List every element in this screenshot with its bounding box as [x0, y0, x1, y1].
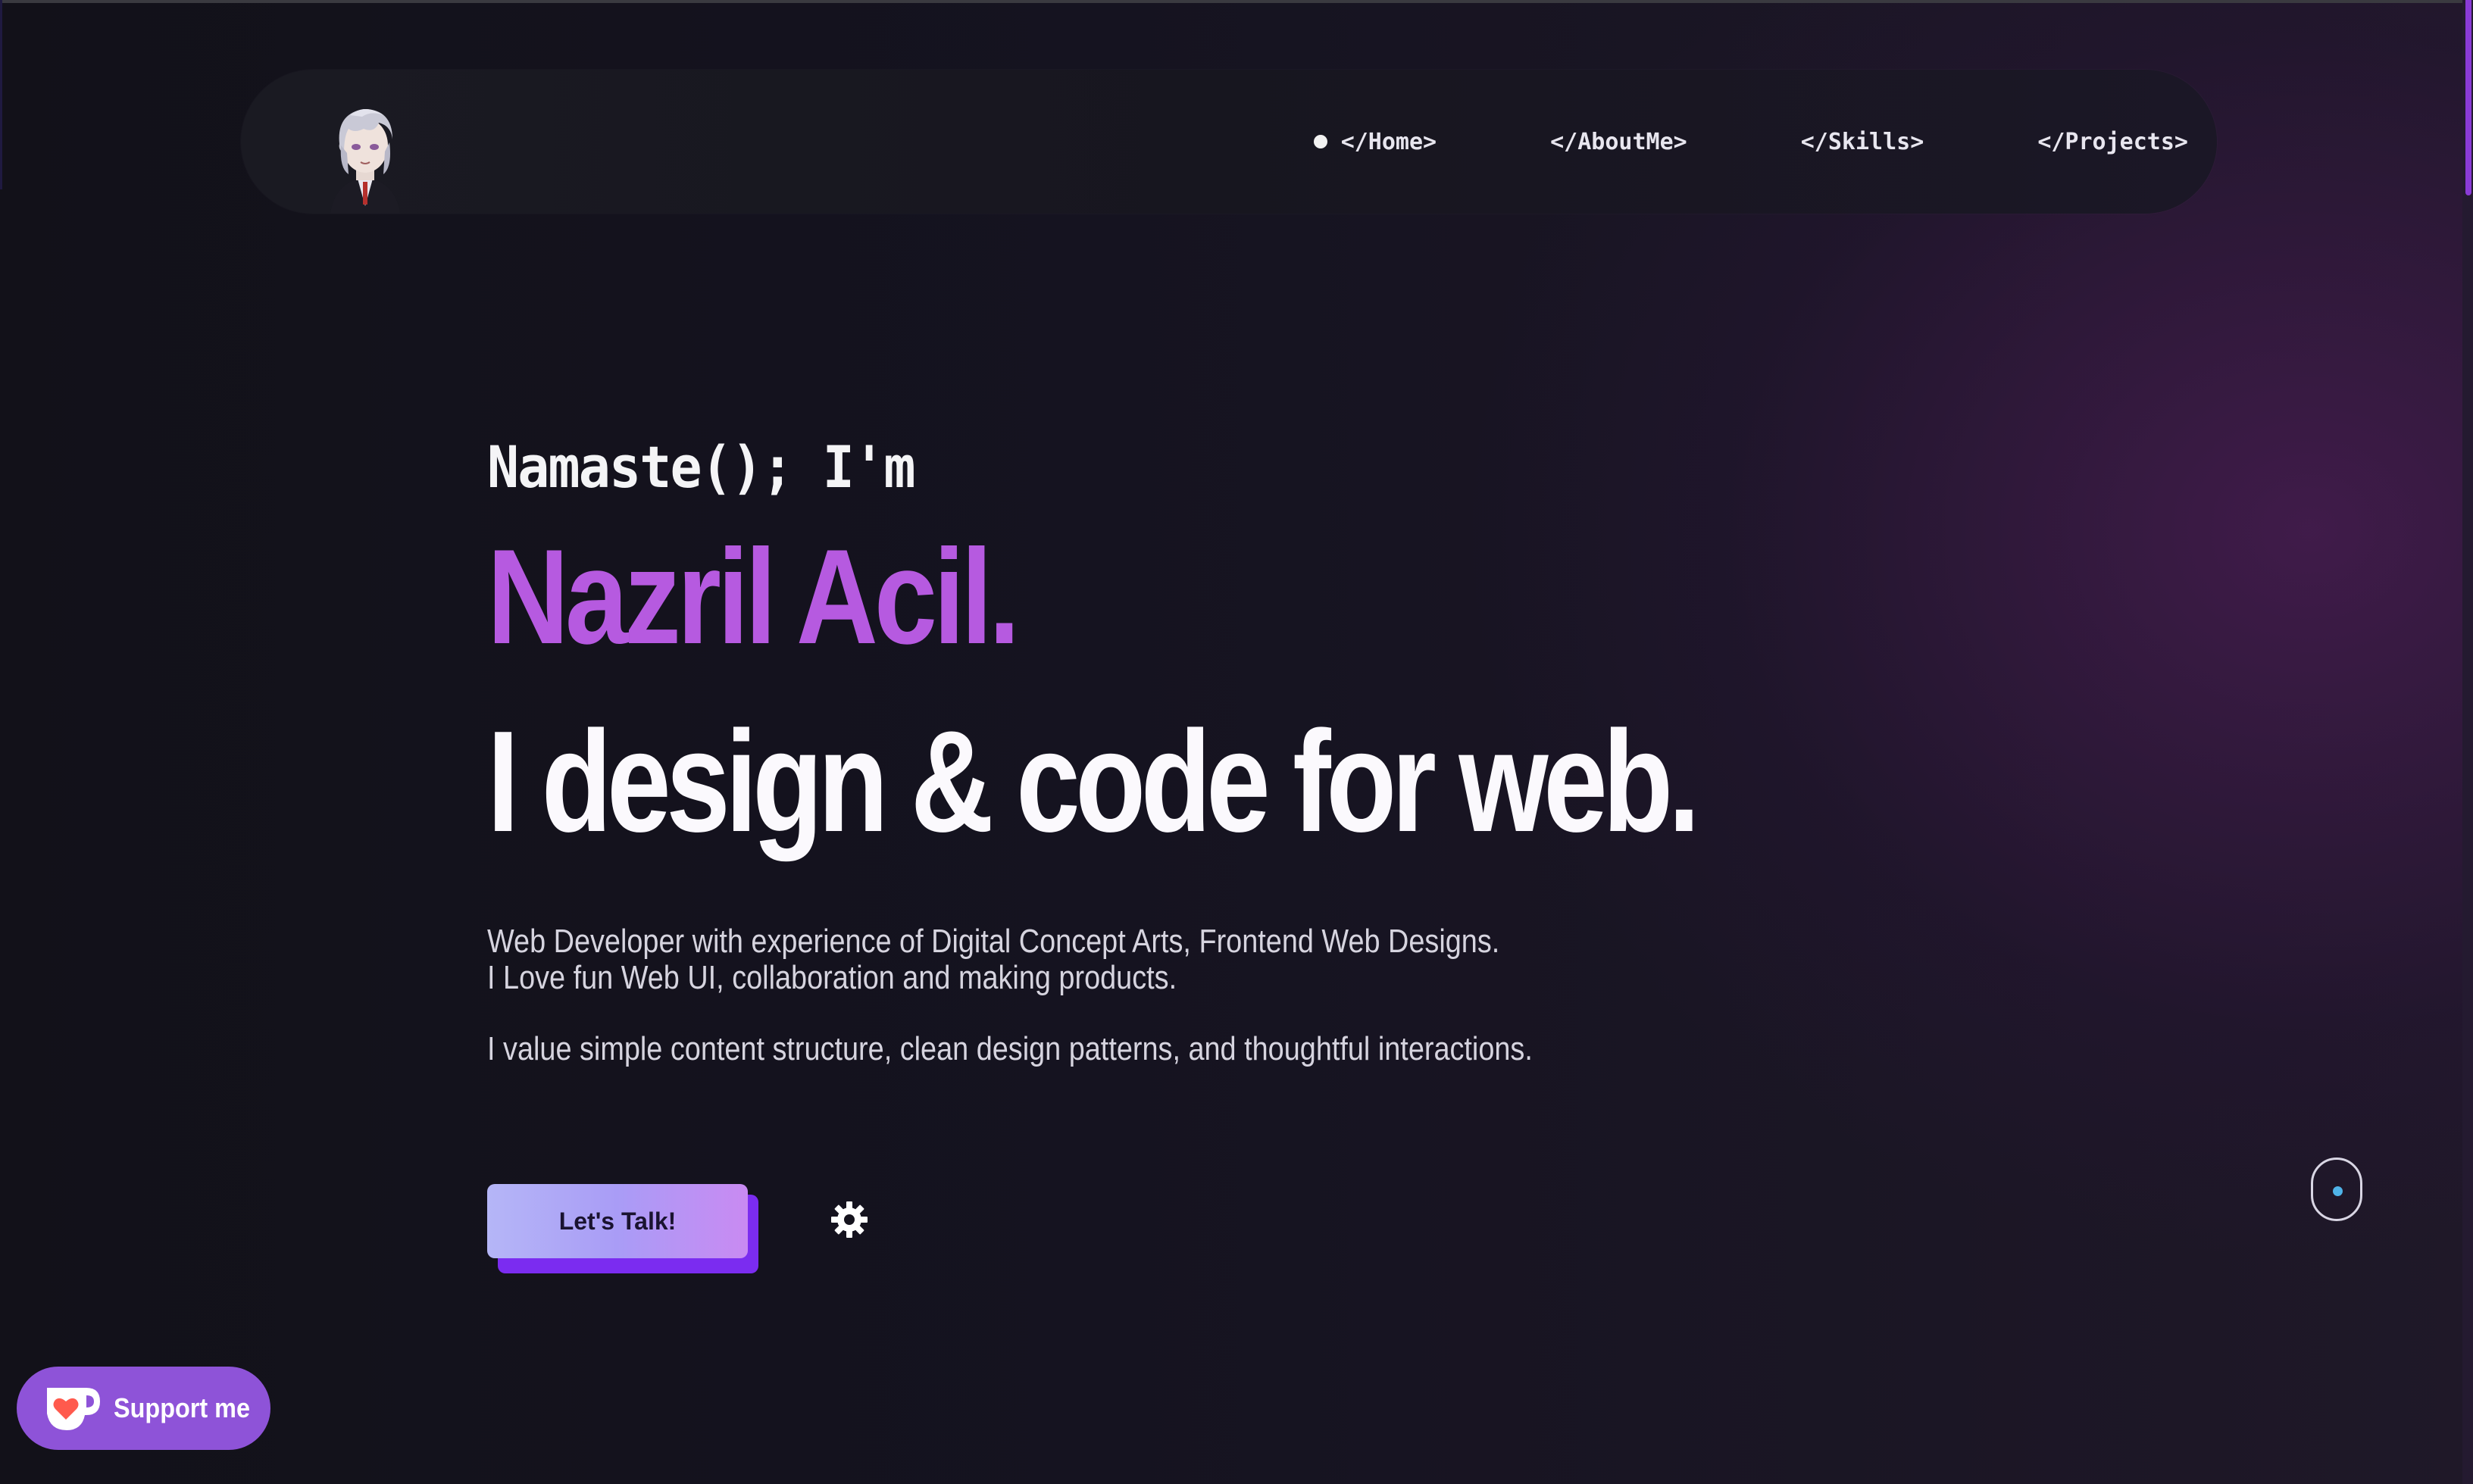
nav-links: </Home> </AboutMe> </Skills> </Projects> [1313, 70, 2188, 214]
navbar: </Home> </AboutMe> </Skills> </Projects> [241, 70, 2217, 214]
nav-item-home[interactable]: </Home> [1313, 128, 1437, 155]
support-me-button[interactable]: Support me [17, 1367, 270, 1450]
scroll-indicator-icon[interactable] [2311, 1158, 2362, 1221]
nav-item-label: </Home> [1340, 128, 1437, 155]
window-top-border [0, 0, 2473, 3]
support-me-label: Support me [114, 1392, 251, 1423]
page: </Home> </AboutMe> </Skills> </Projects>… [0, 0, 2473, 1484]
left-accent-bar [0, 0, 2, 189]
cta-wrapper: Let's Talk! [487, 1184, 758, 1273]
active-indicator-dot [1313, 135, 1327, 148]
scrollbar[interactable] [2462, 0, 2473, 1484]
avatar-illustration [330, 109, 400, 214]
gear-icon[interactable] [830, 1201, 868, 1239]
nav-item-label: </AboutMe> [1550, 128, 1687, 155]
nav-item-projects[interactable]: </Projects> [2037, 129, 2188, 155]
nav-item-label: </Projects> [2037, 128, 2188, 155]
hero-section: Namaste(); I'm Nazril Acil. I design & c… [487, 433, 1851, 1067]
scrollbar-thumb[interactable] [2465, 0, 2471, 195]
hero-tagline: I design & code for web. [487, 701, 1700, 862]
hero-description-secondary: I value simple content structure, clean … [487, 1030, 1533, 1067]
nav-item-label: </Skills> [1800, 128, 1924, 155]
lets-talk-button[interactable]: Let's Talk! [487, 1184, 748, 1258]
scroll-indicator-dot [2333, 1186, 2343, 1196]
hero-description: Web Developer with experience of Digital… [487, 923, 1500, 996]
hero-name: Nazril Acil. [487, 521, 1020, 672]
ko-fi-cup-icon [47, 1388, 100, 1430]
hero-greeting: Namaste(); I'm [487, 433, 915, 501]
nav-item-aboutme[interactable]: </AboutMe> [1550, 129, 1687, 155]
nav-item-skills[interactable]: </Skills> [1801, 129, 1924, 155]
avatar[interactable] [324, 100, 406, 214]
